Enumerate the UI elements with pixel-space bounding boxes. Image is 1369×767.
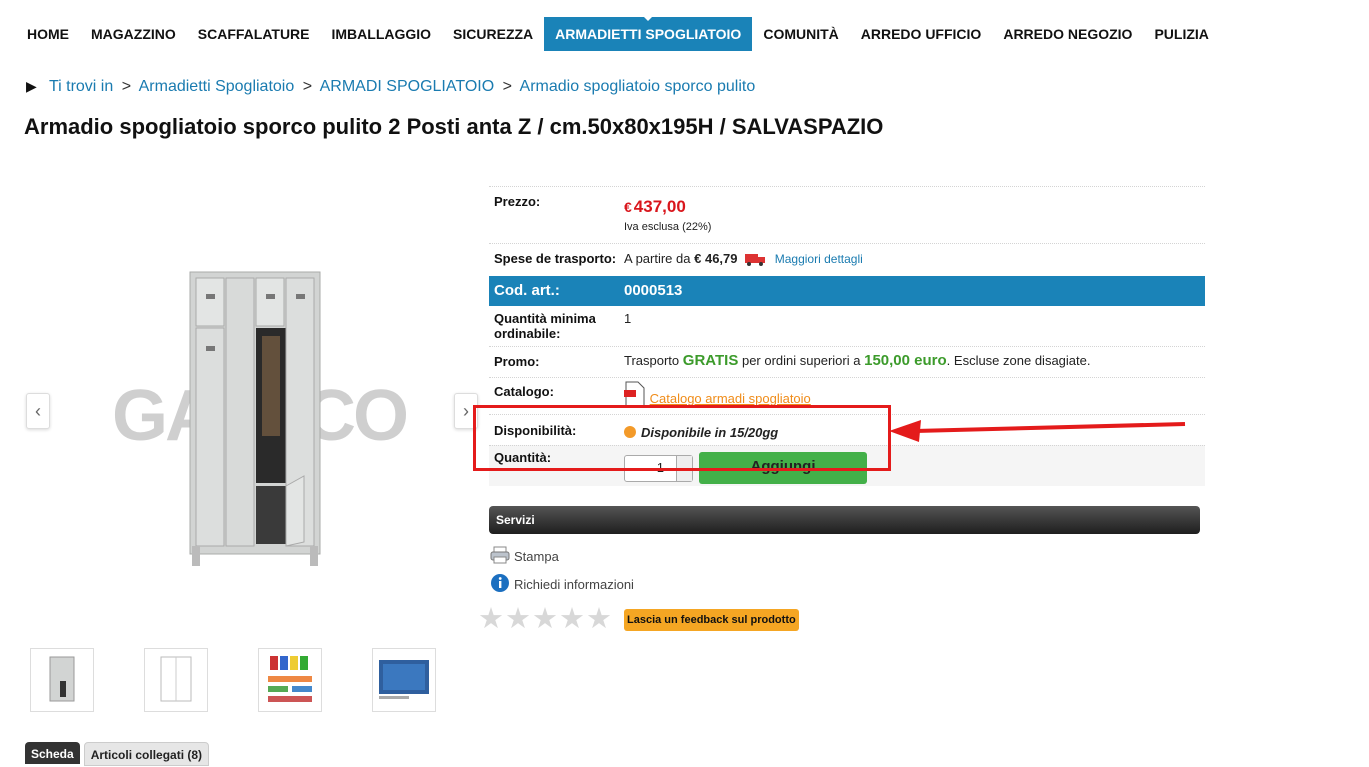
shipping-row: Spese de trasporto: A partire da € 46,79… [489, 243, 1205, 276]
catalog-link[interactable]: Catalogo armadi spogliatoio [650, 391, 811, 406]
thumbnail-strip [30, 648, 486, 712]
info-icon [490, 573, 510, 596]
promo-row: Promo: Trasporto GRATIS per ordini super… [489, 346, 1205, 377]
rating-stars[interactable]: ★ ★ ★ ★ ★ [478, 604, 613, 634]
star-icon[interactable]: ★ [505, 604, 531, 634]
product-tabs: Scheda Articoli collegati (8) [25, 742, 213, 766]
product-gallery: GAESCO ‹ › [26, 180, 482, 640]
tab-articoli-collegati[interactable]: Articoli collegati (8) [83, 742, 210, 766]
promo-text-1: Trasporto [624, 353, 680, 368]
promo-text-3: . Escluse zone disagiate. [946, 353, 1091, 368]
price-label: Prezzo: [494, 194, 541, 209]
request-info-label: Richiedi informazioni [514, 577, 634, 592]
price-row: Prezzo: €437,00 Iva esclusa (22%) [489, 186, 1205, 243]
currency-symbol: € [624, 199, 632, 215]
annotation-highlight-box [473, 405, 891, 471]
promo-amount: 150,00 euro [864, 352, 947, 369]
print-link[interactable]: Stampa [490, 546, 559, 567]
shipping-value: A partire da € 46,79 Maggiori dettagli [624, 251, 863, 269]
nav-item-armadietti-spogliatoio[interactable]: ARMADIETTI SPOGLIATOIO [544, 16, 753, 51]
thumbnail-2[interactable] [144, 648, 208, 712]
nav-item-pulizia[interactable]: PULIZIA [1143, 17, 1219, 51]
star-icon[interactable]: ★ [478, 604, 504, 634]
thumbnail-1[interactable] [30, 648, 94, 712]
shipping-details-link[interactable]: Maggiori dettagli [775, 252, 863, 266]
code-row: Cod. art.: 0000513 [489, 276, 1205, 306]
feedback-button[interactable]: Lascia un feedback sul prodotto [624, 609, 799, 631]
promo-gratis: GRATIS [682, 352, 739, 369]
thumbnail-3[interactable] [258, 648, 322, 712]
vat-note: Iva esclusa (22%) [624, 221, 712, 233]
code-label: Cod. art.: [494, 282, 560, 299]
print-label: Stampa [514, 549, 559, 564]
nav-item-imballaggio[interactable]: IMBALLAGGIO [321, 17, 443, 51]
tab-scheda[interactable]: Scheda [25, 742, 80, 764]
nav-item-home[interactable]: HOME [16, 17, 80, 51]
star-icon[interactable]: ★ [586, 604, 612, 634]
promo-label: Promo: [494, 354, 540, 369]
price-amount: 437,00 [633, 197, 686, 216]
breadcrumb-arrow-icon: ▶ [26, 78, 37, 94]
chevron-right-icon: › [463, 401, 469, 421]
breadcrumb-link-armadi[interactable]: ARMADI SPOGLIATOIO [320, 78, 495, 95]
promo-text-2: per ordini superiori a [741, 353, 861, 368]
min-qty-value: 1 [624, 311, 632, 326]
gallery-prev-button[interactable]: ‹ [26, 393, 50, 429]
product-image[interactable] [186, 270, 326, 570]
breadcrumb: ▶ Ti trovi in > Armadietti Spogliatoio >… [26, 78, 755, 96]
catalog-label: Catalogo: [494, 384, 554, 399]
breadcrumb-separator: > [502, 78, 512, 95]
nav-item-comunita[interactable]: COMUNITÀ [752, 17, 849, 51]
truck-icon [745, 252, 767, 269]
printer-icon [490, 546, 510, 567]
nav-item-magazzino[interactable]: MAGAZZINO [80, 17, 187, 51]
annotation-arrow-icon [889, 420, 1186, 442]
thumbnail-4[interactable] [372, 648, 436, 712]
breadcrumb-link-current[interactable]: Armadio spogliatoio sporco pulito [520, 78, 756, 95]
shipping-label: Spese de trasporto: [494, 251, 617, 266]
nav-item-arredo-negozio[interactable]: ARREDO NEGOZIO [992, 17, 1143, 51]
price-value: €437,00 [624, 197, 686, 217]
main-nav: HOME MAGAZZINO SCAFFALATURE IMBALLAGGIO … [16, 16, 1220, 51]
promo-value: Trasporto GRATIS per ordini superiori a … [624, 352, 1090, 369]
shipping-price: € 46,79 [694, 251, 738, 266]
breadcrumb-prefix: Ti trovi in [48, 78, 114, 95]
page-title: Armadio spogliatoio sporco pulito 2 Post… [24, 114, 884, 139]
code-value: 0000513 [624, 282, 683, 299]
breadcrumb-link-armadietti[interactable]: Armadietti Spogliatoio [139, 78, 295, 95]
min-qty-row: Quantità minima ordinabile: 1 [489, 306, 1205, 346]
nav-item-arredo-ufficio[interactable]: ARREDO UFFICIO [850, 17, 993, 51]
services-header: Servizi [489, 506, 1200, 534]
chevron-left-icon: ‹ [35, 401, 41, 421]
min-qty-label: Quantità minima ordinabile: [494, 311, 596, 341]
nav-item-scaffalature[interactable]: SCAFFALATURE [187, 17, 321, 51]
star-icon[interactable]: ★ [559, 604, 585, 634]
request-info-link[interactable]: Richiedi informazioni [490, 573, 634, 596]
shipping-prefix: A partire da [624, 251, 691, 266]
nav-item-sicurezza[interactable]: SICUREZZA [442, 17, 544, 51]
breadcrumb-separator: > [121, 78, 132, 95]
breadcrumb-separator: > [302, 78, 313, 95]
star-icon[interactable]: ★ [532, 604, 558, 634]
